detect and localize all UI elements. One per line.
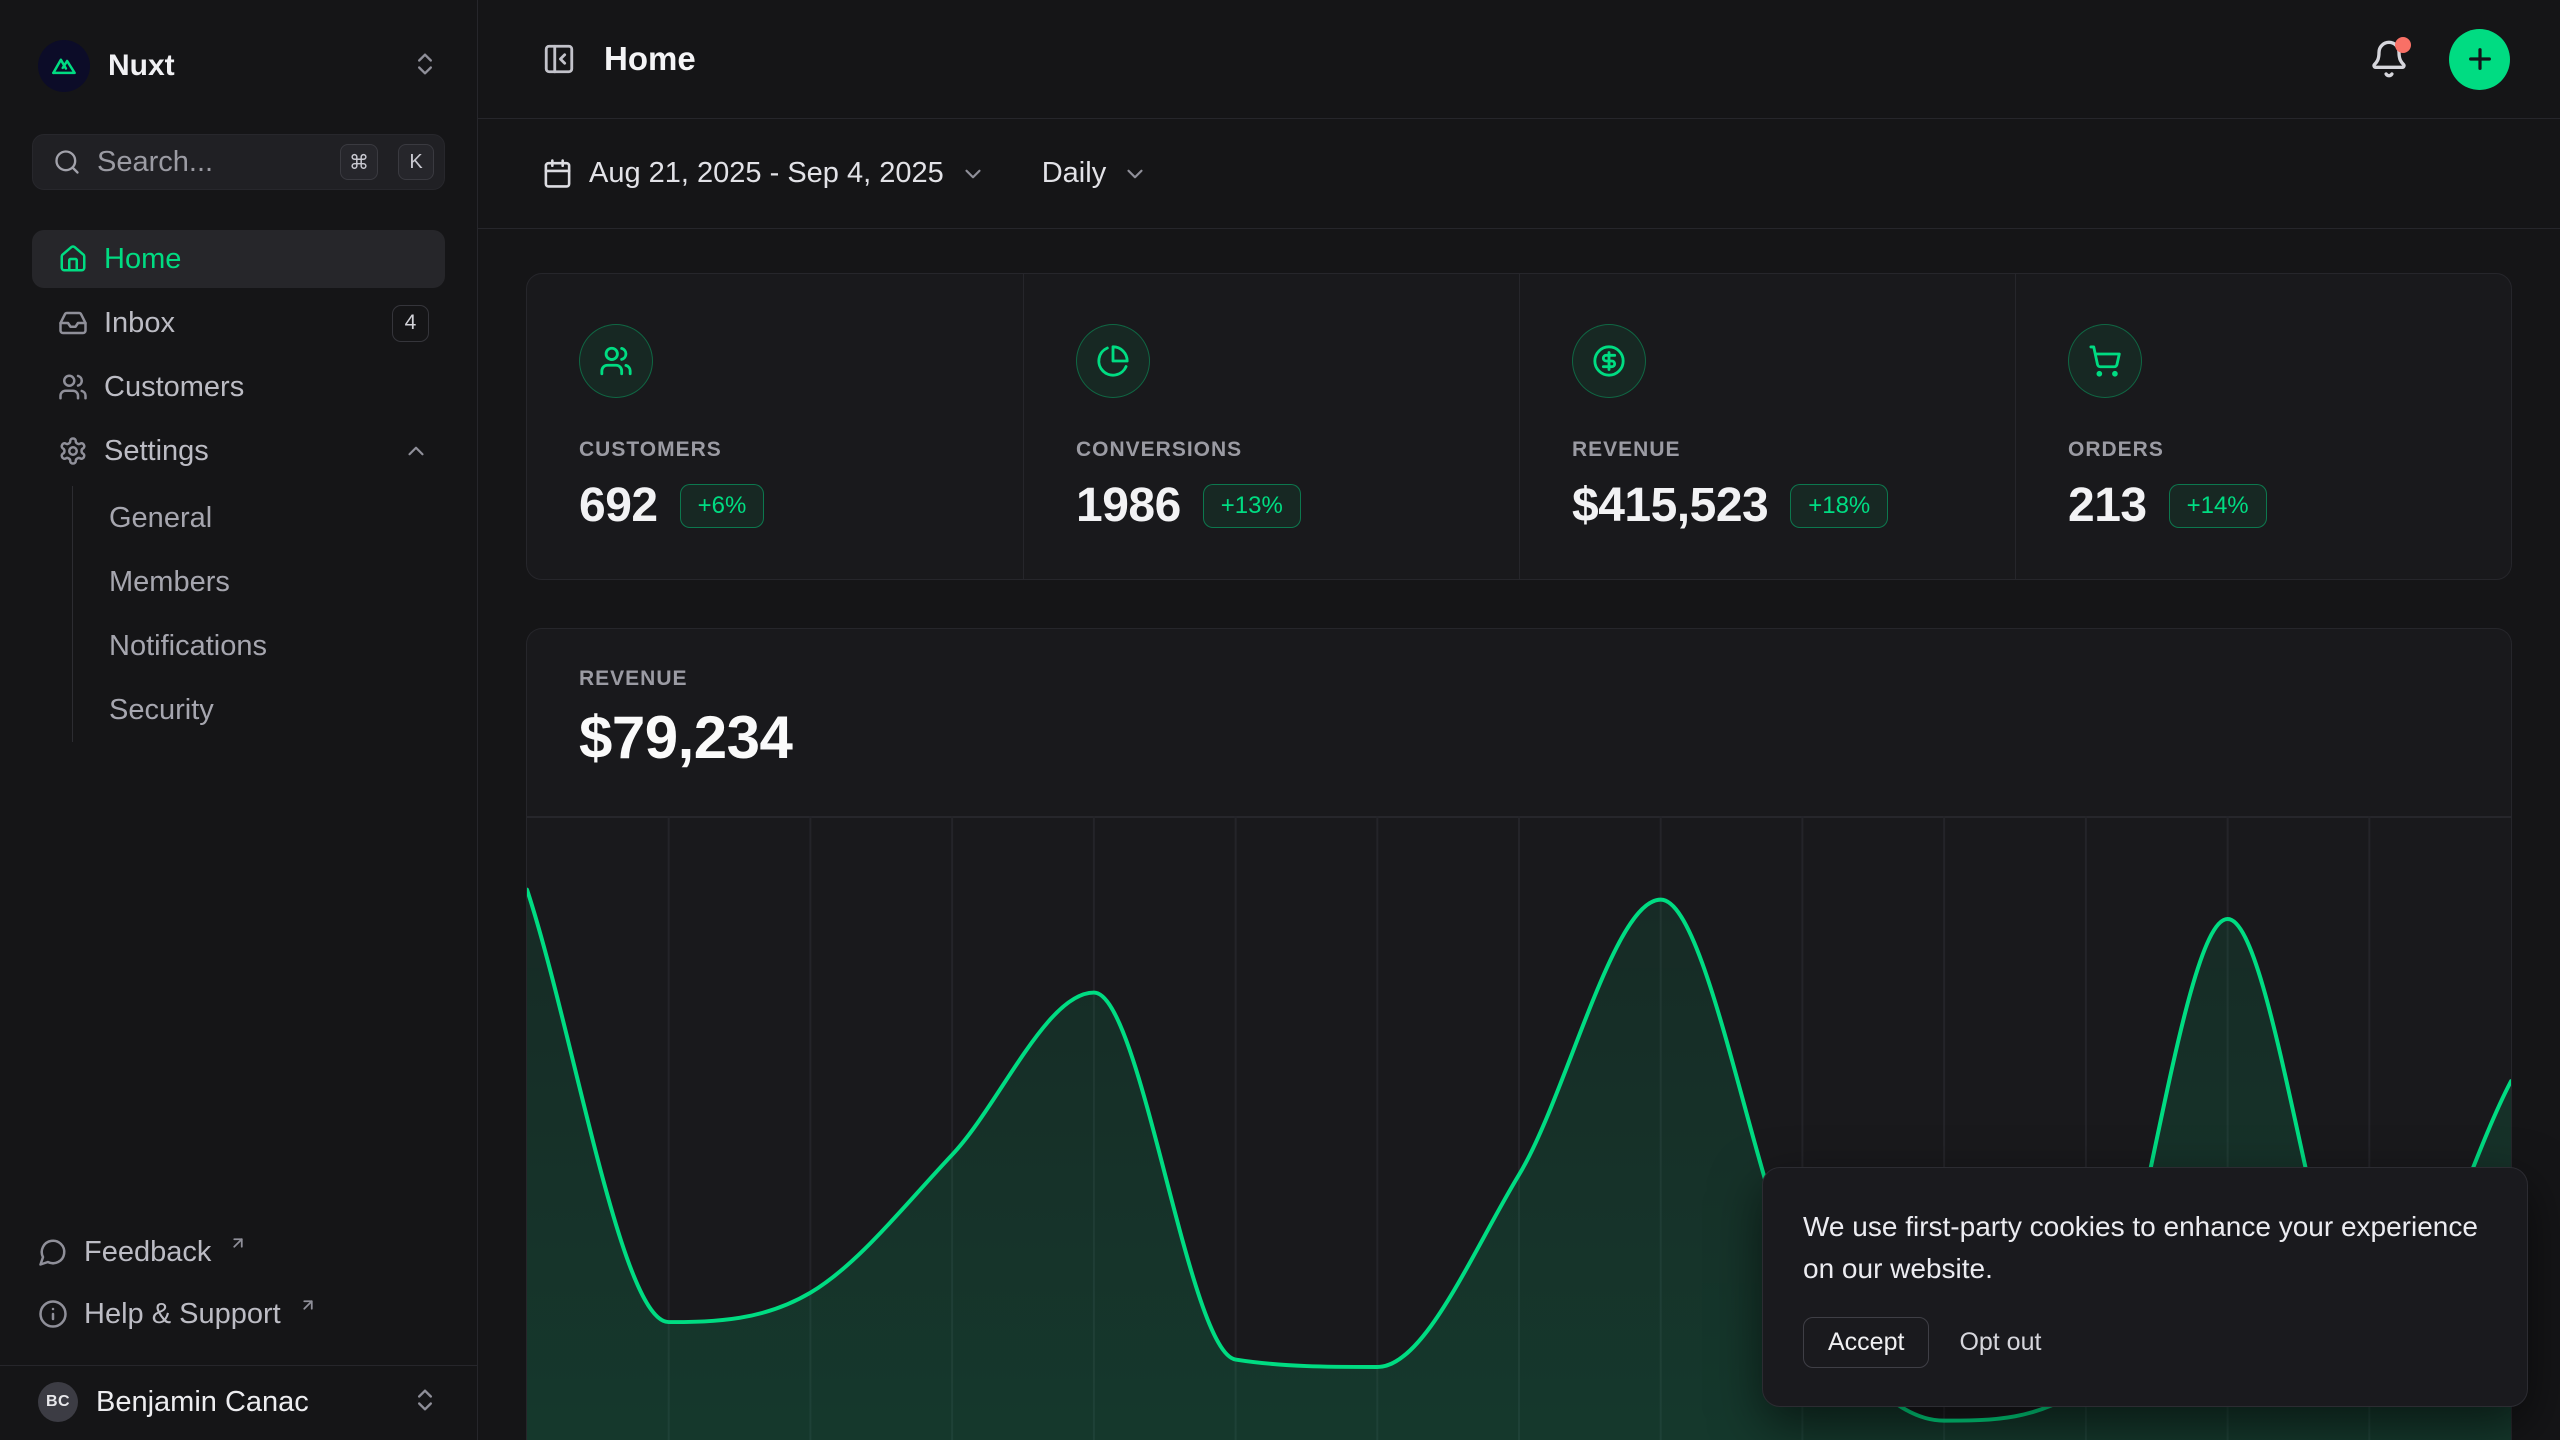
- users-icon: [579, 324, 653, 398]
- kbd-k: K: [398, 144, 434, 180]
- inbox-icon: [58, 308, 88, 338]
- avatar: BC: [38, 1382, 78, 1422]
- revenue-chart-header: REVENUE $79,234: [527, 629, 2511, 772]
- stat-label: REVENUE: [1572, 438, 1963, 462]
- chevron-up-icon: [403, 438, 429, 464]
- user-name: Benjamin Canac: [96, 1386, 393, 1419]
- chevrons-up-down-icon: [411, 50, 439, 83]
- topbar: Home: [478, 0, 2560, 119]
- chevrons-up-down-icon: [411, 1386, 439, 1419]
- sidebar-item-settings[interactable]: Settings: [32, 422, 445, 480]
- feedback-label: Feedback: [84, 1236, 211, 1269]
- sidebar-item-label: Settings: [104, 435, 209, 468]
- page-title: Home: [604, 40, 696, 78]
- add-button[interactable]: [2449, 29, 2510, 90]
- stat-label: ORDERS: [2068, 438, 2459, 462]
- chevron-down-icon: [960, 161, 986, 187]
- stat-card-revenue: REVENUE $415,523 +18%: [1519, 274, 2015, 579]
- search-icon: [53, 148, 81, 176]
- unread-dot: [2395, 37, 2411, 53]
- granularity-value: Daily: [1042, 157, 1106, 190]
- gear-icon: [58, 436, 88, 466]
- cookie-actions: Accept Opt out: [1803, 1317, 2487, 1368]
- date-range-picker[interactable]: Aug 21, 2025 - Sep 4, 2025: [542, 157, 986, 190]
- sidebar-nav: Home Inbox 4 Customers Settings Ge: [32, 230, 445, 742]
- cookie-message: We use first-party cookies to enhance yo…: [1803, 1206, 2487, 1289]
- sidebar-footer: Feedback Help & Support: [32, 1223, 445, 1351]
- sidebar: Nuxt Search... ⌘ K Home Inbox 4: [0, 0, 478, 1440]
- revenue-chart-value: $79,234: [579, 703, 2459, 772]
- info-circle-icon: [38, 1299, 68, 1329]
- workspace-name: Nuxt: [108, 49, 393, 83]
- feedback-link[interactable]: Feedback: [32, 1223, 445, 1281]
- sidebar-item-security[interactable]: Security: [109, 678, 445, 742]
- notifications-button[interactable]: [2369, 39, 2409, 79]
- shopping-cart-icon: [2068, 324, 2142, 398]
- workspace-switcher[interactable]: Nuxt: [32, 0, 445, 92]
- stat-delta-badge: +14%: [2169, 484, 2267, 528]
- nuxt-logo-icon: [38, 40, 90, 92]
- search-placeholder: Search...: [97, 146, 320, 179]
- plus-icon: [2464, 43, 2496, 75]
- stat-label: CUSTOMERS: [579, 438, 971, 462]
- granularity-select[interactable]: Daily: [1042, 157, 1148, 190]
- user-menu[interactable]: BC Benjamin Canac: [38, 1382, 439, 1422]
- stat-card-customers: CUSTOMERS 692 +6%: [527, 274, 1023, 579]
- accept-button[interactable]: Accept: [1803, 1317, 1929, 1368]
- panel-left-close-icon[interactable]: [542, 42, 576, 76]
- circle-dollar-icon: [1572, 324, 1646, 398]
- stat-delta-badge: +6%: [680, 484, 765, 528]
- date-range-value: Aug 21, 2025 - Sep 4, 2025: [589, 157, 944, 190]
- sidebar-item-home[interactable]: Home: [32, 230, 445, 288]
- stat-value: $415,523: [1572, 478, 1768, 533]
- topbar-actions: [2369, 29, 2510, 90]
- sidebar-item-general[interactable]: General: [109, 486, 445, 550]
- house-icon: [58, 244, 88, 274]
- sidebar-item-label: Inbox: [104, 307, 175, 340]
- stat-card-conversions: CONVERSIONS 1986 +13%: [1023, 274, 1519, 579]
- external-link-icon: [299, 1296, 317, 1314]
- stats-row: CUSTOMERS 692 +6% CONVERSIONS 1986 +13%: [526, 273, 2512, 580]
- stat-value: 692: [579, 478, 658, 533]
- kbd-cmd: ⌘: [340, 144, 378, 180]
- inbox-count-badge: 4: [392, 305, 429, 342]
- message-circle-icon: [38, 1237, 68, 1267]
- help-support-link[interactable]: Help & Support: [32, 1285, 445, 1343]
- stat-value: 213: [2068, 478, 2147, 533]
- stat-delta-badge: +18%: [1790, 484, 1888, 528]
- revenue-chart-label: REVENUE: [579, 667, 2459, 691]
- search-input[interactable]: Search... ⌘ K: [32, 134, 445, 190]
- sidebar-item-inbox[interactable]: Inbox 4: [32, 294, 445, 352]
- help-support-label: Help & Support: [84, 1298, 281, 1331]
- sidebar-item-customers[interactable]: Customers: [32, 358, 445, 416]
- sidebar-item-notifications[interactable]: Notifications: [109, 614, 445, 678]
- stat-label: CONVERSIONS: [1076, 438, 1467, 462]
- stat-value: 1986: [1076, 478, 1181, 533]
- sidebar-item-label: Home: [104, 243, 181, 276]
- cookie-banner: We use first-party cookies to enhance yo…: [1762, 1167, 2528, 1407]
- external-link-icon: [229, 1234, 247, 1252]
- pie-chart-icon: [1076, 324, 1150, 398]
- stat-delta-badge: +13%: [1203, 484, 1301, 528]
- settings-subnav: General Members Notifications Security: [72, 486, 445, 742]
- filter-toolbar: Aug 21, 2025 - Sep 4, 2025 Daily: [478, 119, 2560, 229]
- users-icon: [58, 372, 88, 402]
- calendar-icon: [542, 158, 573, 189]
- sidebar-item-members[interactable]: Members: [109, 550, 445, 614]
- chevron-down-icon: [1122, 161, 1148, 187]
- user-section: BC Benjamin Canac: [0, 1365, 477, 1440]
- stat-card-orders: ORDERS 213 +14%: [2015, 274, 2511, 579]
- opt-out-button[interactable]: Opt out: [1945, 1318, 2055, 1367]
- sidebar-item-label: Customers: [104, 371, 244, 404]
